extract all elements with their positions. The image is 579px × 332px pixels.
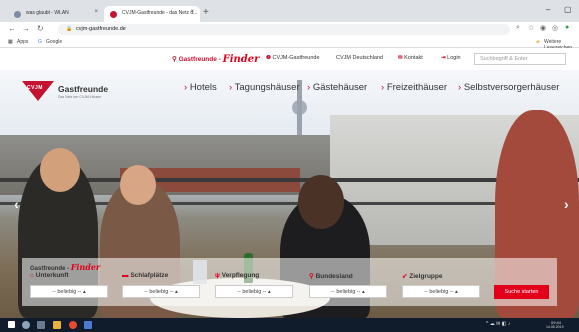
- windows-start-icon[interactable]: [8, 321, 15, 328]
- minimize-button[interactable]: –: [546, 5, 550, 14]
- finder-title: Gastfreunde - Finder: [30, 262, 101, 272]
- new-tab-button[interactable]: +: [203, 7, 209, 18]
- location-pin-icon: ⚲: [309, 273, 314, 280]
- tab-favicon-icon: [110, 11, 117, 18]
- website-viewport: ⚲ Gastfreunde - Finder ❶ CVJM-Gastfreund…: [0, 48, 579, 318]
- category-hotels[interactable]: › Hotels: [184, 82, 217, 93]
- star-icon[interactable]: ☆: [528, 24, 534, 32]
- hero-person-head: [40, 148, 80, 192]
- filter-verpflegung: ψ Verpflegung -- beliebig -- ▴: [215, 272, 295, 298]
- cvjm-deutschland-link[interactable]: CVJM Deutschland: [336, 55, 383, 61]
- site-search-input[interactable]: Suchbegriff & Enter: [474, 53, 566, 65]
- verpflegung-select[interactable]: -- beliebig -- ▴: [215, 285, 293, 298]
- cvjm-gastfreunde-link[interactable]: ❶ CVJM-Gastfreunde: [266, 55, 320, 61]
- logo-name: Gastfreunde: [58, 84, 109, 94]
- search-start-button[interactable]: Suche starten: [494, 285, 549, 299]
- forward-arrow-icon[interactable]: →: [22, 24, 30, 33]
- carousel-next-icon[interactable]: ›: [564, 196, 569, 212]
- login-icon: ⇥: [441, 55, 446, 61]
- mail-icon: ✉: [398, 55, 403, 61]
- schlafplaetze-select[interactable]: -- beliebig -- ▴: [122, 285, 200, 298]
- browser-toolbar: ← → ↻ 🔒 cvjm-gastfreunde.de ⌕ ☆ ◉ ◎ ●: [0, 22, 579, 37]
- system-tray-icons[interactable]: ^ ☁ ✉ ◧ ♪: [486, 321, 510, 327]
- url-text: cvjm-gastfreunde.de: [76, 26, 126, 32]
- finder-brand-link[interactable]: ⚲ Gastfreunde - Finder: [172, 53, 259, 65]
- category-gaestehaeuser[interactable]: › Gästehäuser: [307, 82, 367, 93]
- login-link[interactable]: ⇥ Login: [441, 55, 461, 61]
- browser-tab-bar: was glaubt - WLAN × CVJM-Gastfreunde - d…: [0, 0, 579, 22]
- search-icon[interactable]: [22, 321, 30, 329]
- tab-title: was glaubt - WLAN: [26, 10, 69, 16]
- bookmark-apps[interactable]: Apps: [17, 39, 28, 45]
- back-arrow-icon[interactable]: ←: [8, 24, 16, 33]
- logo-subtitle: Das Netz der CVJM-Häuser: [58, 95, 102, 99]
- filter-bundesland: ⚲ Bundesland -- beliebig -- ▴: [309, 272, 389, 298]
- close-tab-icon[interactable]: ×: [190, 9, 194, 15]
- category-freizeithaeuser[interactable]: › Freizeithäuser: [381, 82, 447, 93]
- task-view-icon[interactable]: [37, 321, 45, 329]
- extension-icon[interactable]: ◎: [552, 24, 558, 32]
- maximize-button[interactable]: ▢: [564, 5, 572, 14]
- hero-person-head: [120, 165, 156, 205]
- home-icon: ⌂: [30, 272, 34, 279]
- unterkunft-select[interactable]: -- beliebig -- ▴: [30, 285, 108, 298]
- extension-icon[interactable]: ◉: [540, 24, 546, 32]
- filter-schlafplaetze: ▬ Schlafplätze -- beliebig -- ▴: [122, 272, 202, 298]
- filter-unterkunft: ⌂ Unterkunft -- beliebig -- ▴: [30, 272, 110, 298]
- profile-avatar-icon[interactable]: ●: [565, 24, 569, 31]
- address-bar[interactable]: 🔒 cvjm-gastfreunde.de: [58, 24, 510, 35]
- info-icon: ❶: [266, 55, 271, 61]
- kontakt-link[interactable]: ✉ Kontakt: [398, 55, 423, 61]
- zielgruppe-select[interactable]: -- beliebig -- ▴: [402, 285, 480, 298]
- bundesland-select[interactable]: -- beliebig -- ▴: [309, 285, 387, 298]
- lock-icon: 🔒: [66, 26, 73, 32]
- reload-icon[interactable]: ↻: [37, 24, 44, 33]
- site-top-nav: ⚲ Gastfreunde - Finder ❶ CVJM-Gastfreund…: [0, 48, 579, 70]
- hero-person-head: [298, 175, 344, 229]
- tab-favicon-icon: [14, 11, 21, 18]
- cutlery-icon: ψ: [215, 272, 220, 279]
- os-taskbar: ^ ☁ ✉ ◧ ♪ 09:44 14.05.2019: [0, 318, 579, 332]
- clock-date: 14.05.2019: [546, 325, 564, 329]
- bed-icon: ▬: [122, 272, 129, 279]
- filter-zielgruppe: ➶ Zielgruppe -- beliebig -- ▴: [402, 272, 482, 298]
- tab-title: CVJM-Gastfreunde - das Netz d...: [122, 10, 198, 16]
- app-icon[interactable]: [84, 321, 92, 329]
- target-icon: ➶: [402, 273, 408, 280]
- bookmark-google[interactable]: Google: [46, 39, 62, 45]
- search-icon: ⚲: [172, 56, 179, 63]
- browser-tab-inactive[interactable]: was glaubt - WLAN ×: [8, 6, 104, 22]
- category-tagungshaeuser[interactable]: › Tagungshäuser: [229, 82, 300, 93]
- folder-icon: ▰: [536, 39, 540, 45]
- finder-search-panel: Gastfreunde - Finder ⌂ Unterkunft -- bel…: [22, 258, 557, 306]
- browser-tab-active[interactable]: CVJM-Gastfreunde - das Netz d... ×: [104, 6, 200, 22]
- zoom-icon[interactable]: ⌕: [516, 24, 520, 32]
- google-icon: G: [38, 39, 42, 45]
- close-tab-icon[interactable]: ×: [94, 9, 98, 15]
- carousel-prev-icon[interactable]: ‹: [14, 196, 19, 212]
- chrome-icon[interactable]: [69, 321, 77, 329]
- bookmarks-bar: ▦ Apps G Google ▰ Weitere Lesezeichen: [0, 37, 579, 51]
- file-explorer-icon[interactable]: [53, 321, 61, 329]
- category-selbstversorgerhaeuser[interactable]: › Selbstversorgerhäuser: [458, 82, 559, 93]
- logo-mark-text: CVJM: [27, 85, 43, 91]
- apps-grid-icon[interactable]: ▦: [8, 39, 13, 45]
